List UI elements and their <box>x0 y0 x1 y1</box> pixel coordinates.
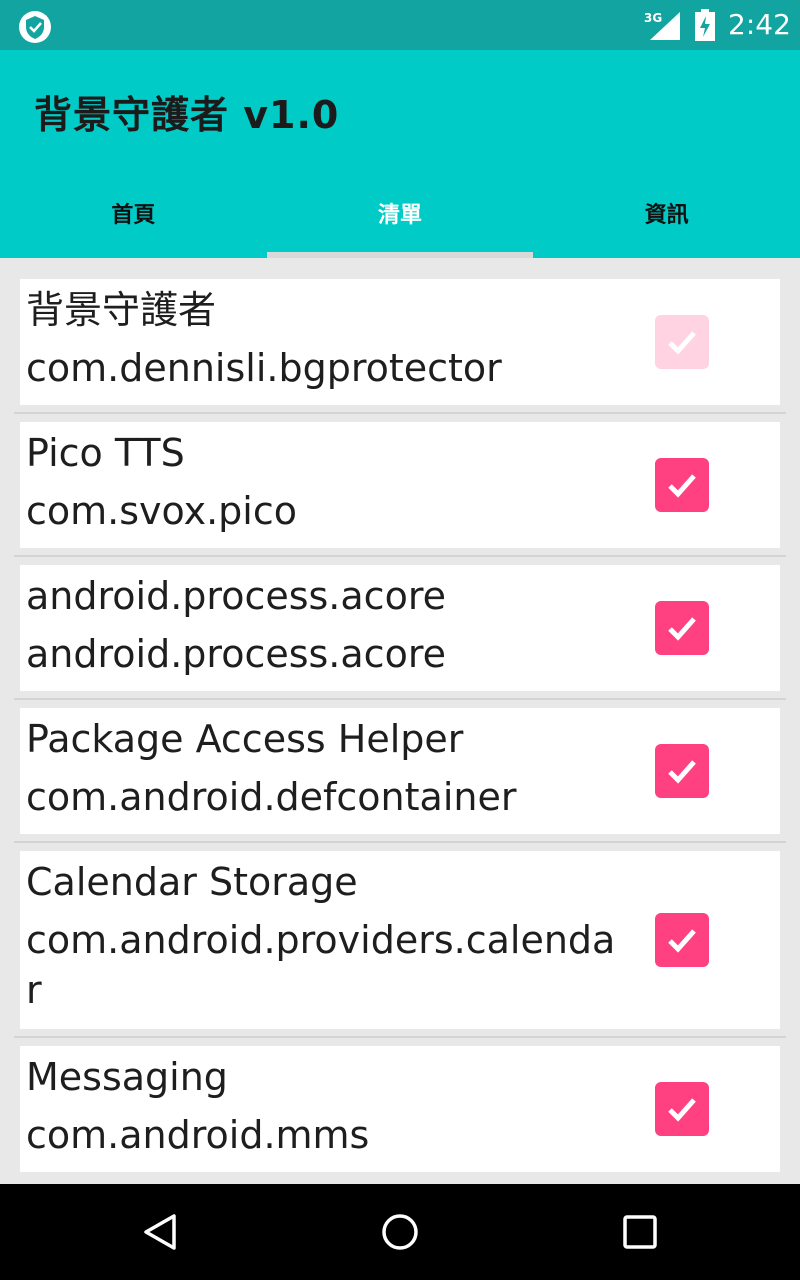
app-name: Package Access Helper <box>26 717 464 761</box>
recents-icon[interactable] <box>620 1212 660 1252</box>
shield-icon <box>19 11 51 43</box>
process-list[interactable]: 背景守護者 com.dennisli.bgprotector Pico TTS … <box>0 258 800 1182</box>
divider <box>14 698 786 700</box>
list-item[interactable]: Messaging com.android.mms <box>20 1046 780 1172</box>
divider <box>14 412 786 414</box>
checkbox[interactable] <box>655 744 709 798</box>
list-item[interactable]: Calendar Storage com.android.providers.c… <box>14 851 786 1038</box>
checkbox[interactable] <box>655 458 709 512</box>
app-name: android.process.acore <box>26 574 446 618</box>
app-name: Pico TTS <box>26 431 185 475</box>
tab-list[interactable]: 清單 <box>266 168 534 258</box>
app-name: Messaging <box>26 1055 228 1099</box>
list-item[interactable]: android.process.acore android.process.ac… <box>14 565 786 700</box>
check-icon <box>668 617 696 641</box>
svg-text:3G: 3G <box>644 11 662 25</box>
tab-bar: 首頁 清單 資訊 <box>0 168 800 258</box>
app-title: 背景守護者 v1.0 <box>34 93 340 137</box>
navigation-bar <box>0 1184 800 1280</box>
list-item[interactable]: Pico TTS com.svox.pico <box>14 422 786 557</box>
checkbox[interactable] <box>655 601 709 655</box>
clock: 2:42 <box>728 8 791 41</box>
tab-home[interactable]: 首頁 <box>0 168 267 258</box>
app-name: 背景守護者 <box>26 288 217 332</box>
package-name: com.android.providers.calendar <box>26 918 616 1012</box>
checkbox[interactable] <box>655 315 709 369</box>
list-item[interactable]: 背景守護者 com.dennisli.bgprotector <box>14 279 786 414</box>
app-name: Calendar Storage <box>26 860 358 904</box>
check-icon <box>668 474 696 498</box>
checkbox[interactable] <box>655 1082 709 1136</box>
back-icon[interactable] <box>140 1212 180 1252</box>
battery-charging-icon <box>695 9 715 41</box>
package-name: android.process.acore <box>26 632 446 676</box>
divider <box>14 841 786 843</box>
divider <box>14 555 786 557</box>
package-name: com.dennisli.bgprotector <box>26 346 502 390</box>
package-name: com.android.defcontainer <box>26 775 517 819</box>
home-icon[interactable] <box>380 1212 420 1252</box>
app-bar: 背景守護者 v1.0 首頁 清單 資訊 <box>0 50 800 258</box>
check-icon <box>668 929 696 953</box>
check-icon <box>668 1098 696 1122</box>
checkbox[interactable] <box>655 913 709 967</box>
check-icon <box>668 331 696 355</box>
divider <box>14 1036 786 1038</box>
tab-info[interactable]: 資訊 <box>533 168 800 258</box>
status-bar: 3G 2:42 <box>0 0 800 50</box>
signal-3g-icon: 3G <box>644 11 680 40</box>
list-item[interactable]: Package Access Helper com.android.defcon… <box>14 708 786 843</box>
package-name: com.android.mms <box>26 1113 370 1157</box>
package-name: com.svox.pico <box>26 489 297 533</box>
check-icon <box>668 760 696 784</box>
